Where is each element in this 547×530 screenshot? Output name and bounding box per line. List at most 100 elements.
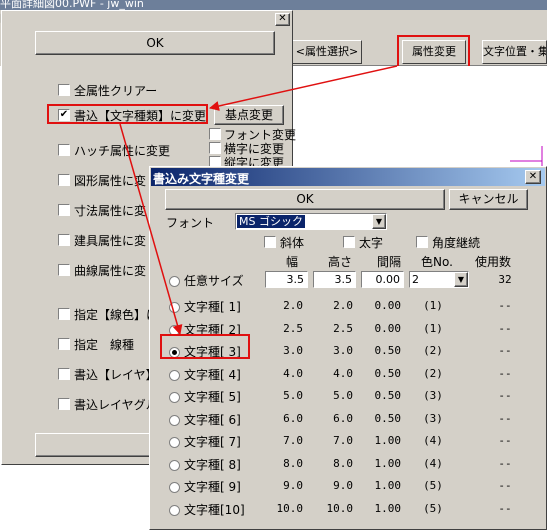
custom-usage: 32 xyxy=(498,273,512,286)
text-type-height: 5.0 xyxy=(333,389,353,402)
clear-all-checkbox[interactable] xyxy=(58,84,70,96)
text-type-spacing: 0.50 xyxy=(374,344,402,357)
curve-checkbox[interactable] xyxy=(58,264,70,276)
highlight-text-type-3 xyxy=(160,334,250,359)
spec-line-label: 指定 線種 xyxy=(74,338,135,352)
text-type-radio[interactable] xyxy=(169,505,180,516)
text-type-width: 6.0 xyxy=(283,412,303,425)
text-type-usage: -- xyxy=(498,322,512,335)
close-icon[interactable]: ✕ xyxy=(275,13,290,26)
text-type-color: (2) xyxy=(423,344,443,357)
text-type-usage: -- xyxy=(498,502,512,515)
text-type-color: (1) xyxy=(423,322,443,335)
text-type-usage: -- xyxy=(498,412,512,425)
text-type-width: 7.0 xyxy=(283,434,303,447)
horiz-change-checkbox[interactable] xyxy=(209,142,221,154)
highlight-attr-change xyxy=(397,35,470,69)
custom-spacing-input[interactable]: 0.00 xyxy=(361,271,404,288)
text-type-label: 文字種[ 9] xyxy=(184,480,241,494)
text-type-label: 文字種[ 4] xyxy=(184,368,241,382)
text-type-radio[interactable] xyxy=(169,370,180,381)
usage-header: 使用数 xyxy=(475,255,512,269)
color-header: 色No. xyxy=(421,255,453,269)
text-type-label: 文字種[10] xyxy=(184,503,245,517)
text-type-usage: -- xyxy=(498,344,512,357)
ok-button[interactable]: OK xyxy=(35,31,275,55)
text-type-color: (4) xyxy=(423,434,443,447)
ok-button[interactable]: OK xyxy=(165,189,445,210)
font-change-checkbox[interactable] xyxy=(209,128,221,140)
font-select[interactable]: MS ゴシック ▼ xyxy=(235,213,387,230)
base-change-button[interactable]: 基点変更 xyxy=(214,105,284,125)
hatch-checkbox[interactable] xyxy=(58,144,70,156)
custom-height-input[interactable]: 3.5 xyxy=(313,271,356,288)
text-type-width: 8.0 xyxy=(283,457,303,470)
text-type-width: 5.0 xyxy=(283,389,303,402)
figure-label: 図形属性に変 xyxy=(74,174,147,188)
text-type-width: 10.0 xyxy=(276,502,304,515)
text-type-label: 文字種[ 7] xyxy=(184,435,241,449)
text-type-color: (4) xyxy=(423,457,443,470)
cancel-button[interactable]: キャンセル xyxy=(449,189,528,210)
custom-width-input[interactable]: 3.5 xyxy=(265,271,308,288)
custom-size-radio[interactable] xyxy=(169,276,180,287)
write-layergroup-label: 書込レイヤグル xyxy=(74,398,158,412)
text-type-height: 2.0 xyxy=(333,299,353,312)
angle-continue-checkbox[interactable] xyxy=(416,236,428,248)
spec-color-checkbox[interactable] xyxy=(58,308,70,320)
custom-size-label: 任意サイズ xyxy=(184,274,244,288)
text-type-width: 9.0 xyxy=(283,479,303,492)
text-type-height: 10.0 xyxy=(326,502,354,515)
text-type-radio[interactable] xyxy=(169,437,180,448)
text-type-radio[interactable] xyxy=(169,392,180,403)
text-type-width: 2.0 xyxy=(283,299,303,312)
text-type-color: (5) xyxy=(423,479,443,492)
text-type-height: 2.5 xyxy=(333,322,353,335)
fitting-label: 建具属性に変 xyxy=(74,234,147,248)
write-layer-checkbox[interactable] xyxy=(58,368,70,380)
text-type-radio[interactable] xyxy=(169,415,180,426)
bold-checkbox[interactable] xyxy=(343,236,355,248)
text-type-color: (3) xyxy=(423,389,443,402)
spec-color-label: 指定【線色】に xyxy=(74,308,159,322)
write-layergroup-checkbox[interactable] xyxy=(58,398,70,410)
dialog-title: 書込み文字種変更 xyxy=(153,172,250,186)
text-type-height: 7.0 xyxy=(333,434,353,447)
close-icon[interactable]: ✕ xyxy=(525,170,541,184)
text-type-usage: -- xyxy=(498,479,512,492)
font-select-value: MS ゴシック xyxy=(237,215,305,228)
italic-label: 斜体 xyxy=(280,236,305,250)
text-type-height: 6.0 xyxy=(333,412,353,425)
dim-label: 寸法属性に変 xyxy=(74,204,147,218)
text-type-usage: -- xyxy=(498,299,512,312)
chevron-down-icon[interactable]: ▼ xyxy=(372,214,386,229)
angle-continue-label: 角度継続 xyxy=(432,236,481,250)
font-label: フォント xyxy=(166,216,215,230)
spec-line-checkbox[interactable] xyxy=(58,338,70,350)
text-type-height: 9.0 xyxy=(333,479,353,492)
text-type-spacing: 1.00 xyxy=(374,479,402,492)
figure-checkbox[interactable] xyxy=(58,174,70,186)
text-type-height: 4.0 xyxy=(333,367,353,380)
text-type-radio[interactable] xyxy=(169,482,180,493)
text-type-radio[interactable] xyxy=(169,302,180,313)
curve-label: 曲線属性に変 xyxy=(74,264,147,278)
italic-checkbox[interactable] xyxy=(264,236,276,248)
text-type-color: (2) xyxy=(423,367,443,380)
spacing-header: 間隔 xyxy=(377,255,402,269)
chevron-down-icon[interactable]: ▼ xyxy=(454,272,468,287)
text-type-usage: -- xyxy=(498,389,512,402)
text-position-button[interactable]: 文字位置・集 xyxy=(482,40,547,64)
text-type-spacing: 0.50 xyxy=(374,367,402,380)
attr-select-button[interactable]: <属性選択> xyxy=(292,40,362,64)
dim-checkbox[interactable] xyxy=(58,204,70,216)
bottom-button[interactable] xyxy=(35,433,155,457)
text-type-color: (5) xyxy=(423,502,443,515)
text-type-radio[interactable] xyxy=(169,460,180,471)
text-type-spacing: 0.50 xyxy=(374,389,402,402)
text-type-usage: -- xyxy=(498,367,512,380)
custom-color-select[interactable]: 2 ▼ xyxy=(409,271,469,288)
fitting-checkbox[interactable] xyxy=(58,234,70,246)
text-type-spacing: 1.00 xyxy=(374,457,402,470)
text-type-color: (1) xyxy=(423,299,443,312)
